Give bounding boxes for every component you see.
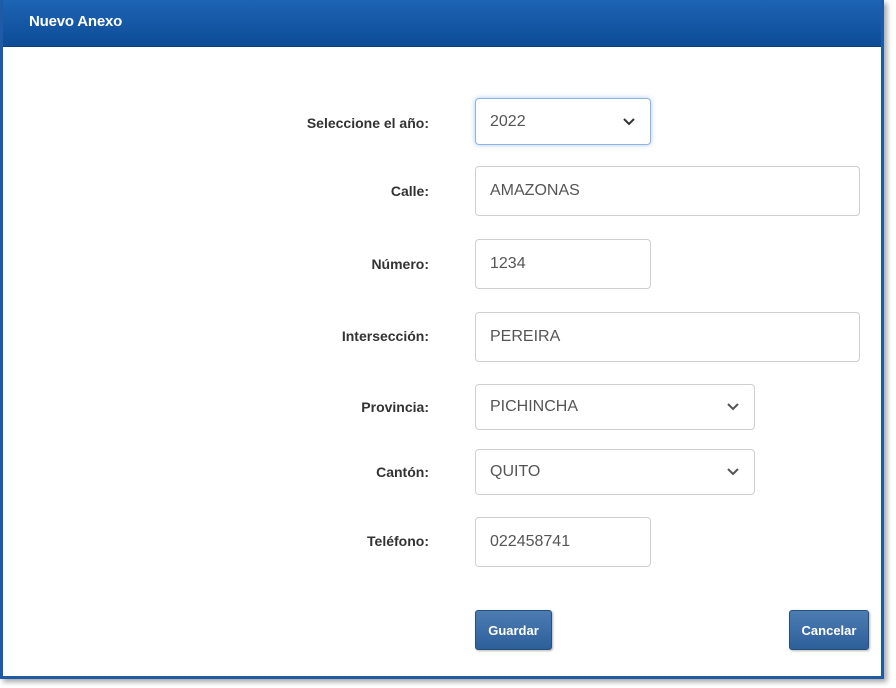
number-label: Número: bbox=[371, 256, 429, 272]
year-label: Seleccione el año: bbox=[306, 115, 429, 131]
number-input[interactable]: 1234 bbox=[475, 239, 651, 289]
year-select[interactable]: 2022 bbox=[475, 98, 651, 145]
save-button[interactable]: Guardar bbox=[475, 610, 552, 650]
cancel-button[interactable]: Cancelar bbox=[789, 610, 869, 650]
intersection-label: Intersección: bbox=[341, 328, 429, 344]
number-input-value: 1234 bbox=[490, 255, 526, 272]
intersection-input[interactable]: PEREIRA bbox=[475, 312, 860, 362]
intersection-input-value: PEREIRA bbox=[490, 328, 561, 345]
province-select[interactable]: PICHINCHA bbox=[475, 384, 755, 430]
street-label: Calle: bbox=[390, 183, 429, 199]
province-select-value: PICHINCHA bbox=[490, 398, 579, 415]
phone-input[interactable]: 022458741 bbox=[475, 517, 651, 567]
chevron-down-icon bbox=[618, 111, 640, 133]
new-annex-dialog: Nuevo Anexo Seleccione el año: 2022 Call… bbox=[0, 0, 884, 679]
street-input-value: AMAZONAS bbox=[490, 182, 580, 199]
year-select-value: 2022 bbox=[490, 112, 526, 130]
chevron-down-icon bbox=[722, 396, 744, 418]
province-label: Provincia: bbox=[361, 399, 429, 415]
phone-label: Teléfono: bbox=[367, 533, 429, 549]
dialog-title: Nuevo Anexo bbox=[29, 13, 123, 30]
canton-label: Cantón: bbox=[376, 464, 429, 480]
phone-input-value: 022458741 bbox=[490, 533, 571, 550]
street-input[interactable]: AMAZONAS bbox=[475, 166, 860, 216]
canton-select[interactable]: QUITO bbox=[475, 449, 755, 495]
chevron-down-icon bbox=[722, 461, 744, 483]
dialog-header: Nuevo Anexo bbox=[3, 0, 881, 47]
canton-select-value: QUITO bbox=[490, 463, 541, 480]
